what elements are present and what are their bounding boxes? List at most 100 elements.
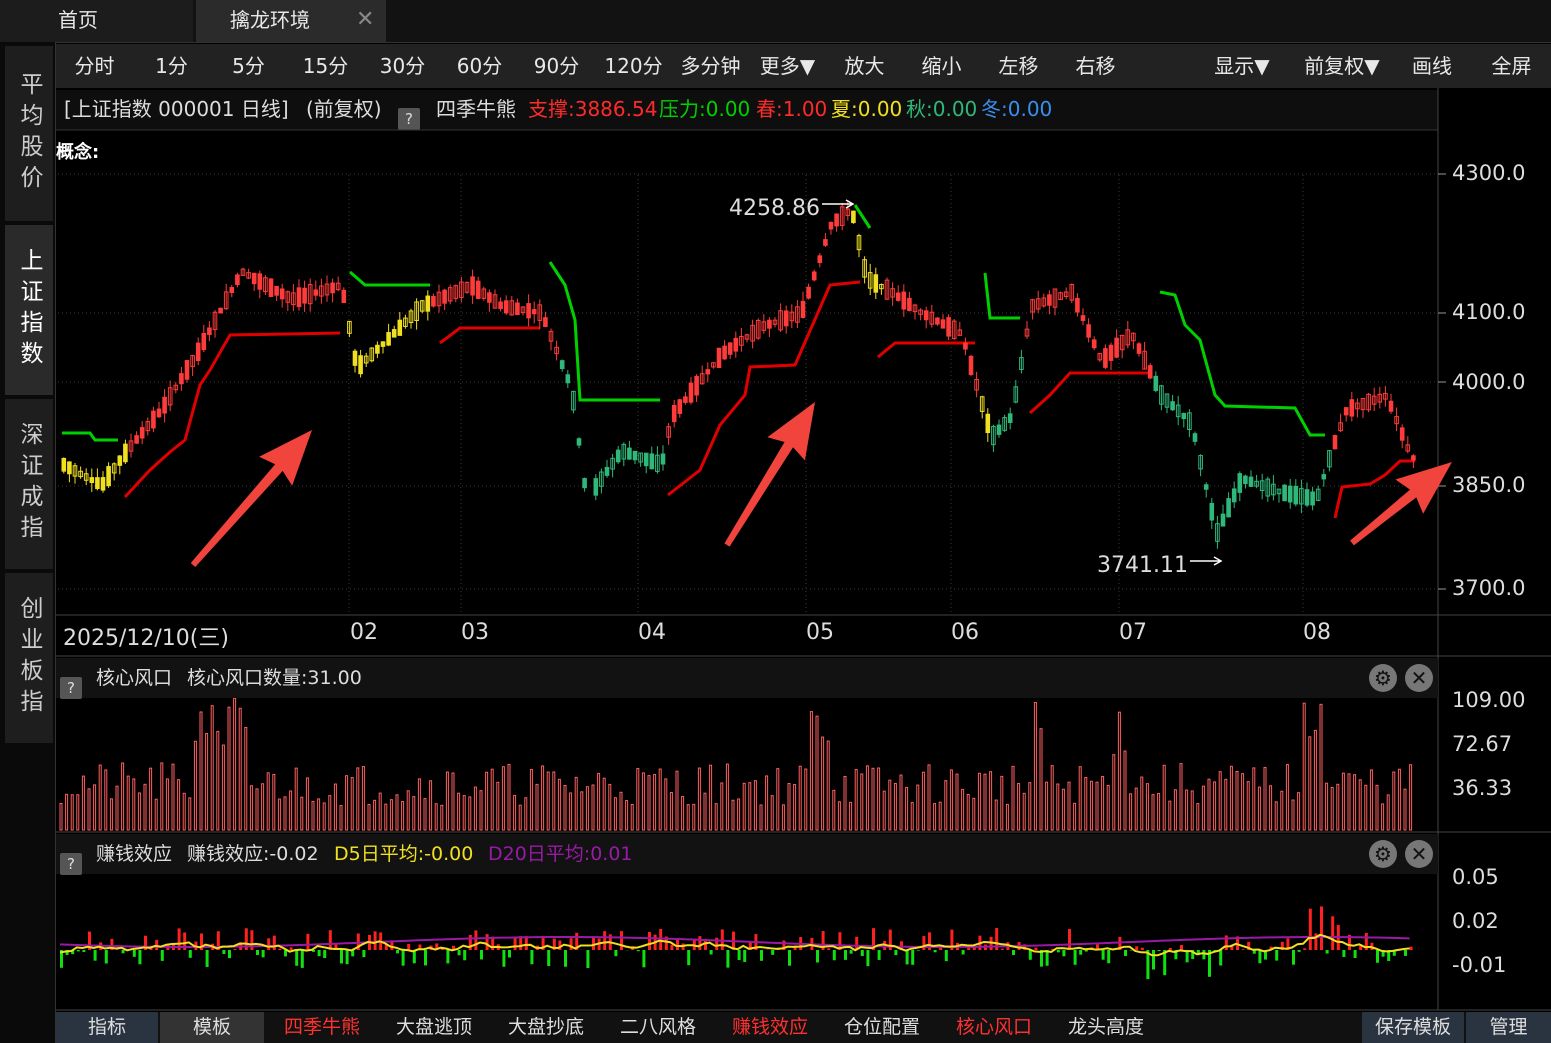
help-icon[interactable]: ?	[60, 677, 82, 699]
core-wind-bar	[972, 797, 976, 831]
money-effect-bar	[642, 950, 646, 968]
money-effect-bar	[760, 950, 763, 961]
money-effect-bar	[939, 947, 943, 950]
template-money-effect[interactable]: 赚钱效应	[716, 1012, 824, 1043]
core-wind-bar	[574, 776, 578, 831]
candle-body	[179, 373, 184, 385]
template-market-bottom[interactable]: 大盘抄底	[492, 1012, 600, 1043]
candle-body	[576, 438, 582, 446]
money-effect-bar	[396, 950, 399, 954]
core-wind-bar	[143, 783, 147, 831]
core-wind-bar	[126, 775, 130, 831]
low-price-annotation: 3741.11	[1097, 553, 1188, 578]
core-wind-bar	[787, 782, 791, 831]
candle-body	[95, 477, 100, 490]
core-wind-bar	[1353, 774, 1357, 831]
template-28-style[interactable]: 二八风格	[604, 1012, 712, 1043]
candle-body	[218, 307, 223, 314]
core-wind-bar	[266, 772, 270, 831]
core-wind-bar	[1173, 789, 1177, 831]
candle-body	[268, 278, 274, 297]
gear-icon[interactable]: ⚙	[1369, 840, 1397, 868]
core-wind-bar	[300, 796, 304, 831]
core-wind-bar	[87, 788, 91, 831]
tab-indicator[interactable]: 指标	[56, 1012, 158, 1043]
core-wind-bar	[557, 778, 561, 831]
core-wind-bar	[709, 764, 713, 831]
core-wind-bar	[311, 800, 315, 831]
template-four-seasons[interactable]: 四季牛熊	[268, 1012, 376, 1043]
template-position[interactable]: 仓位配置	[828, 1012, 936, 1043]
core-wind-bar	[675, 770, 679, 831]
money-effect-bar	[1012, 950, 1015, 955]
candle-body	[139, 427, 145, 439]
candle-body	[733, 337, 739, 352]
candle-body	[1220, 513, 1226, 527]
candle-body	[89, 477, 95, 484]
date-axis-label: 03	[461, 620, 489, 645]
candle-body	[1282, 484, 1287, 502]
candle-body	[1243, 475, 1248, 485]
close-icon[interactable]: ✕	[1405, 664, 1433, 692]
core-wind-bar	[882, 790, 886, 831]
core-wind-bar	[585, 786, 589, 831]
gear-icon[interactable]: ⚙	[1369, 664, 1397, 692]
core-wind-bar	[417, 778, 421, 831]
main-chart-canvas[interactable]	[0, 0, 1551, 1043]
candle-body	[1136, 343, 1142, 354]
core-wind-bar	[289, 790, 293, 831]
money-effect-bar	[474, 930, 478, 950]
core-wind-bar	[888, 779, 892, 831]
tab-template[interactable]: 模板	[160, 1012, 264, 1043]
money-effect-bar	[121, 950, 125, 954]
core-wind-bar	[378, 792, 382, 831]
core-wind-bar	[849, 801, 853, 831]
candle-body	[1007, 413, 1013, 423]
money-effect-bar	[1135, 946, 1139, 950]
money-effect-bar	[295, 950, 299, 966]
core-wind-bar	[1397, 768, 1401, 831]
core-wind-bar	[216, 730, 220, 831]
candle-body	[251, 272, 257, 285]
core-wind-bar	[171, 763, 175, 831]
core-wind-bar	[518, 804, 522, 831]
candle-body	[341, 289, 347, 304]
candle-body	[330, 282, 335, 294]
candle-body	[380, 341, 386, 347]
core-wind-bar	[1039, 728, 1043, 831]
core-wind-bar	[462, 795, 466, 831]
money-effect-bar	[586, 950, 590, 968]
core-wind-bar	[1358, 779, 1362, 831]
close-icon[interactable]: ✕	[1405, 840, 1433, 868]
money-effect-bar	[620, 931, 623, 950]
date-axis-label: 02	[350, 620, 378, 645]
core-wind-bar	[1347, 773, 1351, 831]
core-wind-bar	[1341, 772, 1345, 831]
core-wind-bar	[81, 775, 85, 831]
core-wind-panel-header: ? 核心风口 核心风口数量:31.00 ⚙ ✕	[56, 658, 1438, 699]
money-effect-bar	[401, 950, 405, 966]
candle-body	[151, 410, 156, 429]
core-wind-bar	[132, 778, 136, 831]
template-core-wind[interactable]: 核心风口	[940, 1012, 1048, 1043]
money-effect-bar	[323, 950, 327, 959]
core-wind-bar	[1302, 702, 1306, 831]
core-wind-bar	[1067, 781, 1071, 831]
core-wind-bar	[384, 803, 388, 831]
money-effect-bar	[502, 950, 506, 967]
save-template-button[interactable]: 保存模板	[1362, 1012, 1464, 1043]
money-effect-bar	[300, 950, 304, 968]
core-wind-bar	[759, 804, 763, 831]
support-line	[877, 341, 975, 359]
money-effect-bar	[261, 950, 265, 958]
template-market-top[interactable]: 大盘逃顶	[380, 1012, 488, 1043]
money-effect-bar	[267, 938, 271, 950]
manage-button[interactable]: 管理	[1466, 1012, 1551, 1043]
money-effect-bar	[737, 950, 741, 961]
help-icon[interactable]: ?	[60, 853, 82, 875]
money-effect-bar	[788, 950, 791, 966]
candle-body	[61, 457, 67, 472]
money-effect-bar	[860, 950, 864, 956]
money-effect-bar	[1034, 947, 1038, 950]
template-leader-height[interactable]: 龙头高度	[1052, 1012, 1160, 1043]
